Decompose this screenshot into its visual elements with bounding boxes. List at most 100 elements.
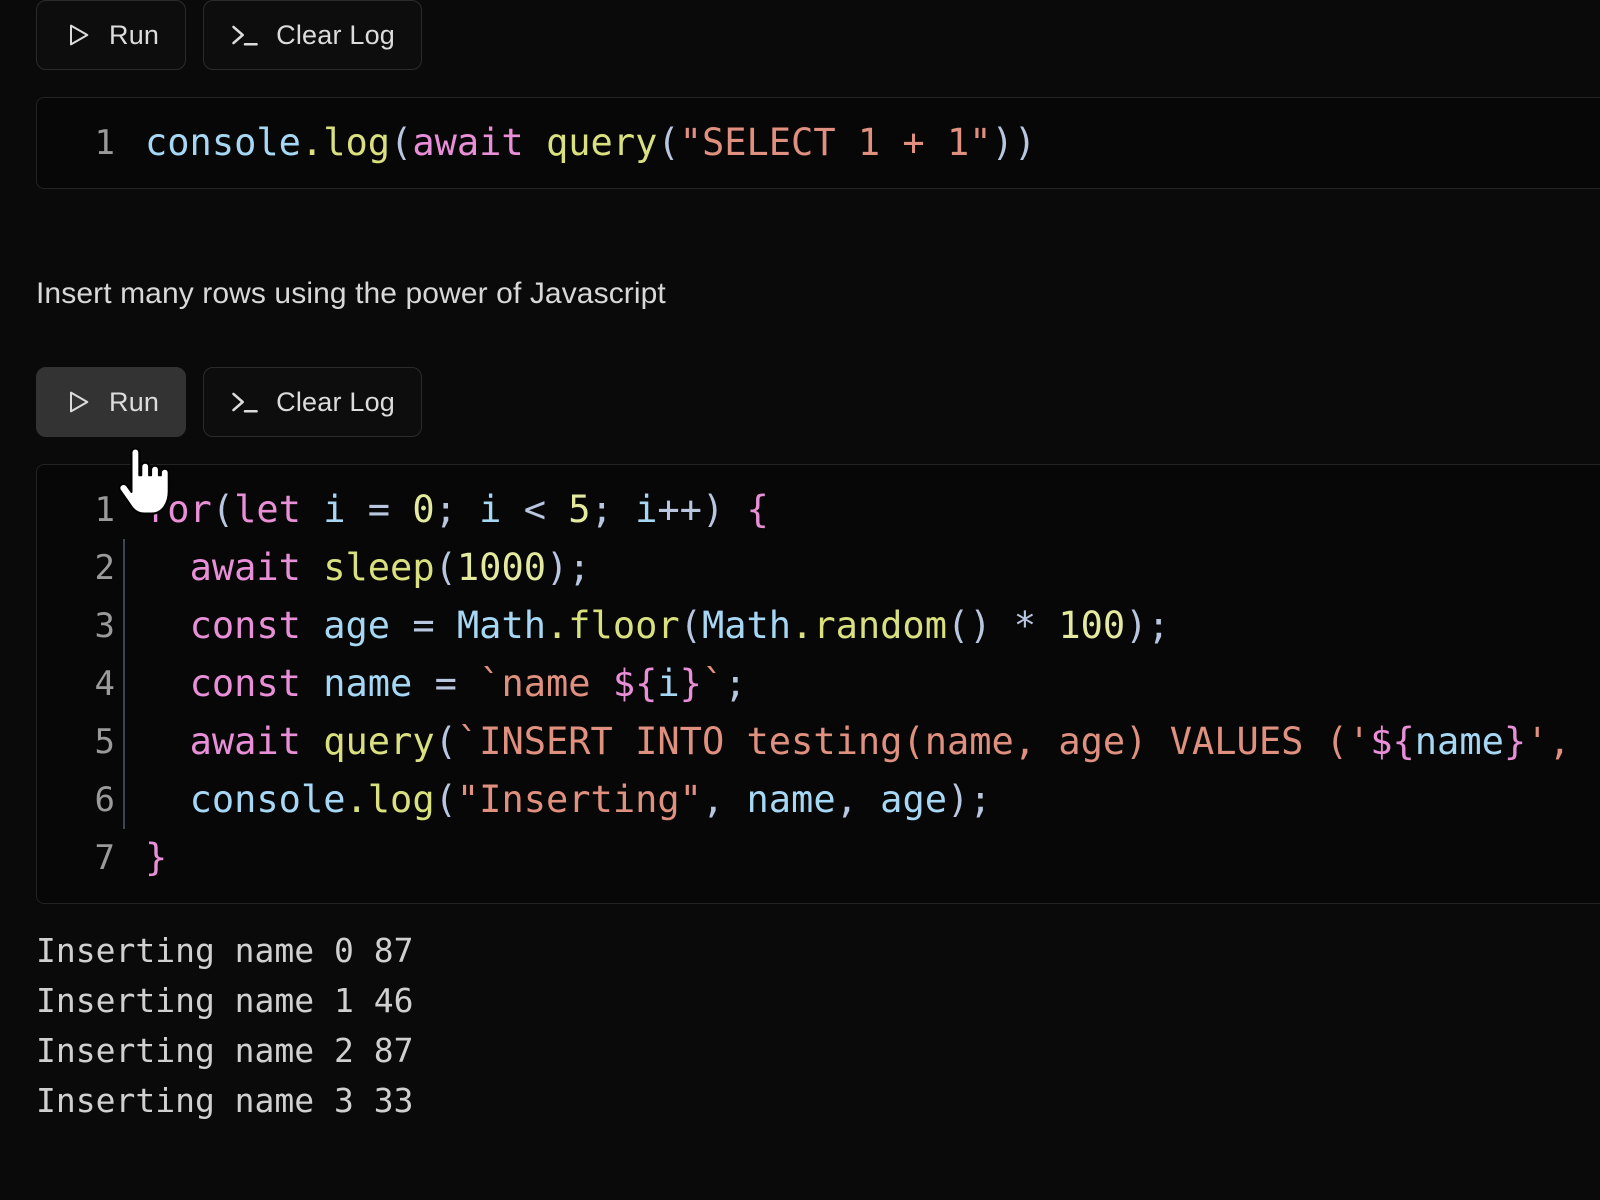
play-triangle-icon (63, 387, 93, 417)
code-token: "Inserting" (457, 778, 702, 821)
indent-guide (123, 539, 125, 597)
code-token: console (190, 778, 346, 821)
code-line: 1console.log(await query("SELECT 1 + 1")… (37, 114, 1600, 172)
code-token: for (145, 488, 212, 531)
code-token: { (747, 488, 769, 531)
code-token: await (190, 546, 301, 589)
code-token: ( (212, 488, 234, 531)
code-line: 1for(let i = 0; i < 5; i++) { (37, 481, 1600, 539)
code-token (301, 604, 323, 647)
toolbar-block-one: Run Clear Log (36, 0, 1600, 70)
code-line: 4 const name = `name ${i}`; (37, 655, 1600, 713)
line-number: 3 (37, 597, 115, 655)
indent-guide (123, 713, 125, 771)
code-line-text: const name = `name ${i}`; (115, 655, 1600, 713)
line-number: 2 (37, 539, 115, 597)
code-line: 3 const age = Math.floor(Math.random() *… (37, 597, 1600, 655)
code-token: )) (992, 121, 1037, 164)
code-token: i (635, 488, 657, 531)
code-token: name (747, 778, 836, 821)
code-token: console (145, 121, 301, 164)
terminal-prompt-icon (230, 387, 260, 417)
code-token: ); (947, 778, 992, 821)
run-button-label: Run (109, 22, 159, 49)
code-line-text: console.log("Inserting", name, age); (115, 771, 1600, 829)
line-number: 4 (37, 655, 115, 713)
code-token: } (680, 662, 702, 705)
indent-guide (123, 597, 125, 655)
clear-log-button-label: Clear Log (276, 22, 395, 49)
code-token: = (346, 488, 413, 531)
code-token (145, 604, 190, 647)
line-number: 7 (37, 829, 115, 887)
code-token: query (546, 121, 657, 164)
code-token: } (145, 836, 167, 879)
code-token: ); (546, 546, 591, 589)
code-token: = (390, 604, 457, 647)
code-token: < (501, 488, 568, 531)
code-token: i (323, 488, 345, 531)
code-token: 0 (412, 488, 434, 531)
code-token: ( (680, 604, 702, 647)
code-token: age (323, 604, 390, 647)
code-token: 100 (1058, 604, 1125, 647)
code-token: "SELECT 1 + 1" (680, 121, 992, 164)
code-token: age (880, 778, 947, 821)
code-token (145, 720, 190, 763)
code-line: 5 await query(`INSERT INTO testing(name,… (37, 713, 1600, 771)
code-token: let (234, 488, 301, 531)
run-button-hovered[interactable]: Run (36, 367, 186, 437)
code-token: ( (435, 546, 457, 589)
code-line-text: } (115, 829, 1600, 887)
code-token: name (1415, 720, 1504, 763)
section-description: Insert many rows using the power of Java… (36, 277, 1600, 311)
code-line: 2 await sleep(1000); (37, 539, 1600, 597)
code-token: .floor (546, 604, 680, 647)
line-number: 5 (37, 713, 115, 771)
code-token: .random (791, 604, 947, 647)
code-token: ( (657, 121, 679, 164)
clear-log-button[interactable]: Clear Log (203, 367, 422, 437)
code-token: ${ (613, 662, 658, 705)
code-token: ` (702, 662, 724, 705)
code-token: sleep (323, 546, 434, 589)
code-token: ; (435, 488, 480, 531)
console-output: Inserting name 0 87Inserting name 1 46In… (36, 926, 1600, 1126)
code-line: 7} (37, 829, 1600, 887)
code-token (301, 662, 323, 705)
indent-guide (123, 655, 125, 713)
code-token (145, 778, 190, 821)
code-token: Math (457, 604, 546, 647)
code-line-text: await sleep(1000); (115, 539, 1600, 597)
code-token: query (323, 720, 434, 763)
run-button[interactable]: Run (36, 0, 186, 70)
code-token: 5 (568, 488, 590, 531)
console-output-line: Inserting name 0 87 (36, 926, 1600, 976)
code-editor-block-two[interactable]: 1for(let i = 0; i < 5; i++) {2 await sle… (36, 464, 1600, 904)
console-output-line: Inserting name 1 46 (36, 976, 1600, 1026)
code-editor-block-one[interactable]: 1console.log(await query("SELECT 1 + 1")… (36, 97, 1600, 189)
code-token: `INSERT INTO testing(name, age) VALUES (… (457, 720, 1370, 763)
code-token (301, 488, 323, 531)
code-token: await (412, 121, 523, 164)
clear-log-button[interactable]: Clear Log (203, 0, 422, 70)
code-token: Math (702, 604, 791, 647)
code-token (145, 546, 190, 589)
code-token: () * (947, 604, 1058, 647)
line-number: 6 (37, 771, 115, 829)
code-token: ); (1125, 604, 1170, 647)
code-token (301, 546, 323, 589)
line-number: 1 (37, 481, 115, 539)
code-token: name (323, 662, 412, 705)
code-token: i (657, 662, 679, 705)
console-output-line: Inserting name 2 87 (36, 1026, 1600, 1076)
console-output-line: Inserting name 3 33 (36, 1076, 1600, 1126)
code-token (301, 720, 323, 763)
code-token: `name (479, 662, 613, 705)
page-root: Run Clear Log 1console.log(await query("… (0, 0, 1600, 1200)
code-token (524, 121, 546, 164)
clear-log-button-label: Clear Log (276, 389, 395, 416)
run-button-label: Run (109, 389, 159, 416)
indent-guide (123, 771, 125, 829)
code-token: ( (435, 720, 457, 763)
